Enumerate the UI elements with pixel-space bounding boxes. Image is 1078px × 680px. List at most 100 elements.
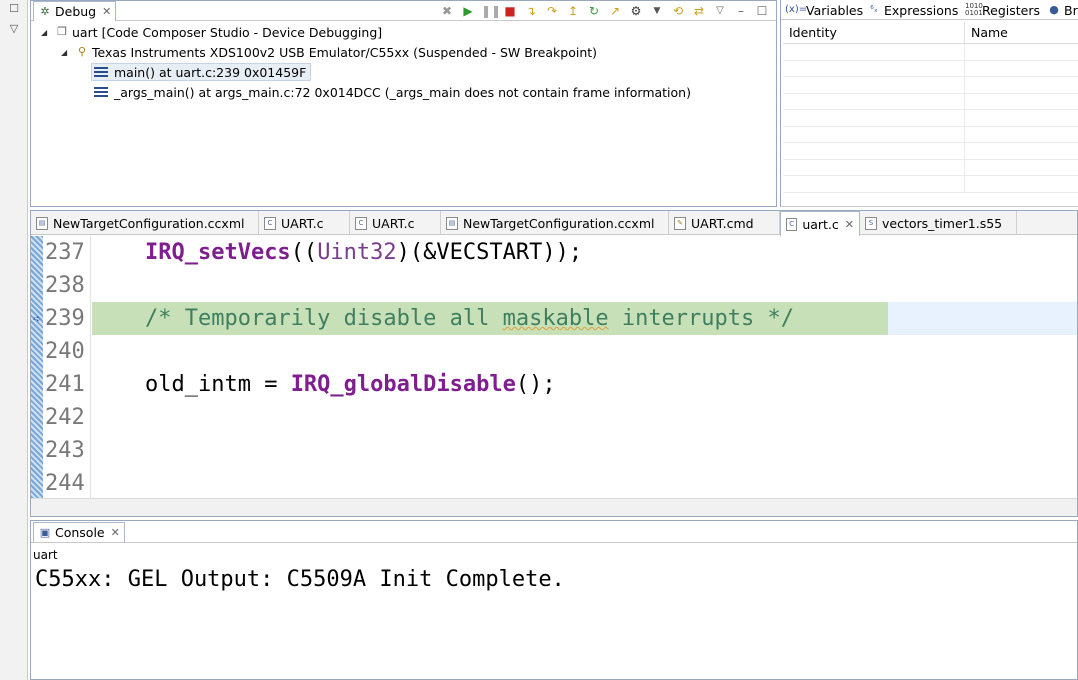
code-line-239: /* Temporarily disable all maskable inte…: [92, 302, 794, 335]
table-row: [783, 77, 1078, 94]
asm-file-icon: S: [865, 216, 877, 230]
tree-item-label: main() at uart.c:239 0x01459F: [114, 64, 307, 80]
thread-icon: ⚲: [77, 45, 87, 58]
suspend-icon[interactable]: ❚❚: [481, 3, 501, 19]
code-line-241: old_intm = IRQ_globalDisable();: [92, 368, 556, 401]
table-row: [783, 93, 1078, 110]
minimize-icon[interactable]: –: [733, 3, 749, 19]
view-menu-icon[interactable]: ▽: [6, 22, 22, 36]
expand-arrow-icon[interactable]: ◢: [61, 48, 71, 57]
line-number: 237: [45, 240, 85, 265]
xml-file-icon: ▤: [446, 216, 458, 230]
code-token: ();: [515, 372, 556, 397]
variables-view-tabs: (x)= Variables ⁶ₓ Expressions 1010 0101 R…: [781, 0, 1078, 20]
column-identity[interactable]: Identity: [783, 22, 965, 43]
debug-bug-icon: ✲: [40, 4, 50, 18]
tab-label: NewTargetConfiguration.ccxml: [53, 215, 245, 231]
stack-frame-icon: [94, 87, 108, 97]
code-token: )(&VECSTART));: [396, 240, 583, 265]
cmd-file-icon: ✎: [674, 216, 686, 230]
table-row: [783, 110, 1078, 127]
tab-console-label: Console: [55, 525, 105, 540]
tab-label: NewTargetConfiguration.ccxml: [463, 215, 655, 231]
reset-icon[interactable]: ⟲: [670, 3, 686, 19]
close-icon[interactable]: ✕: [111, 526, 120, 539]
tab-console[interactable]: ▣ Console ✕: [33, 522, 125, 542]
c-file-icon: C: [355, 216, 367, 230]
tab-uart-c-1[interactable]: C UART.c: [259, 211, 350, 235]
variables-view: (x)= Variables ⁶ₓ Expressions 1010 0101 R…: [780, 0, 1078, 207]
run-to-line-icon[interactable]: ↗: [607, 3, 623, 19]
tab-breakpoints[interactable]: ● Br: [1043, 0, 1078, 20]
console-view: ▣ Console ✕ uart C55xx: GEL Output: C550…: [30, 520, 1078, 680]
registers-icon: 1010 0101: [965, 2, 983, 17]
code-lines: IRQ_setVecs((Uint32)(&VECSTART)); /* Tem…: [92, 236, 1077, 498]
column-name[interactable]: Name: [965, 22, 1014, 43]
tab-variables[interactable]: (x)= Variables: [781, 0, 867, 20]
table-row: [783, 143, 1078, 160]
tab-registers[interactable]: 1010 0101 Registers: [961, 0, 1044, 20]
tree-item-label: _args_main() at args_main.c:72 0x014DCC …: [114, 84, 691, 100]
terminate-icon[interactable]: ■: [502, 3, 518, 19]
step-over-icon[interactable]: ↷: [544, 3, 560, 19]
editor-tabs: ▤ NewTargetConfiguration.ccxml C UART.c …: [31, 211, 1077, 236]
instruction-pointer-icon: ➪: [33, 314, 42, 325]
expand-arrow-icon[interactable]: ◢: [41, 28, 51, 37]
xml-file-icon: ▤: [36, 216, 48, 230]
tree-item-stack-frame-args-main[interactable]: _args_main() at args_main.c:72 0x014DCC …: [94, 83, 691, 101]
console-output[interactable]: C55xx: GEL Output: C5509A Init Complete.: [35, 567, 565, 592]
stack-frame-icon: [94, 67, 108, 77]
variables-table: Identity Name: [783, 22, 1078, 193]
tab-newtargetconfiguration-1[interactable]: ▤ NewTargetConfiguration.ccxml: [31, 211, 259, 235]
c-file-icon: C: [786, 217, 798, 231]
close-icon[interactable]: ✕: [845, 218, 854, 231]
tree-item-stack-frame-main[interactable]: main() at uart.c:239 0x01459F: [91, 63, 312, 81]
tree-item-emulator[interactable]: ◢ ⚲ Texas Instruments XDS100v2 USB Emula…: [61, 43, 597, 61]
tree-item-session[interactable]: ◢ ❒ uart [Code Composer Studio - Device …: [41, 23, 382, 41]
table-row: [783, 60, 1078, 77]
line-number: 242: [45, 405, 85, 430]
horizontal-scrollbar[interactable]: [31, 498, 1077, 516]
tab-expressions[interactable]: ⁶ₓ Expressions: [863, 0, 962, 20]
assembly-step-icon[interactable]: ↻: [586, 3, 602, 19]
restart-icon[interactable]: ⇄: [691, 3, 707, 19]
overview-ruler: [31, 236, 43, 498]
remove-terminated-icon[interactable]: ✖: [439, 3, 455, 19]
debug-toolbar: ✖ ▶ ❚❚ ■ ↴ ↷ ↥ ↻ ↗ ⚙ ▼ ⟲ ⇄ ▽ – ☐: [439, 2, 770, 20]
tab-uart-c-active[interactable]: C uart.c ✕: [780, 211, 860, 236]
step-return-icon[interactable]: ↥: [565, 3, 581, 19]
tab-label: UART.c: [372, 215, 415, 231]
tab-variables-label: Variables: [806, 2, 864, 18]
line-number-gutter: 237 238 239 240 241 242 243 244: [43, 236, 91, 498]
code-token: Uint32: [317, 240, 397, 265]
table-row: [783, 44, 1078, 61]
debug-view: ✲ Debug ✕ ✖ ▶ ❚❚ ■ ↴ ↷ ↥ ↻ ↗ ⚙ ▼ ⟲ ⇄ ▽ –…: [30, 0, 777, 207]
spell-error-token: maskable: [502, 306, 609, 331]
code-editor: ▤ NewTargetConfiguration.ccxml C UART.c …: [30, 210, 1078, 517]
code-area[interactable]: 237 238 239 240 241 242 243 244 ➪ IRQ_se…: [31, 236, 1077, 498]
variables-table-header: Identity Name: [783, 22, 1078, 44]
tab-vectors-timer1[interactable]: S vectors_timer1.s55: [860, 211, 1017, 235]
view-menu-icon[interactable]: ▽: [712, 3, 728, 19]
code-token: IRQ_globalDisable: [290, 372, 516, 397]
connect-target-icon[interactable]: ⚙: [628, 3, 644, 19]
tab-label: UART.cmd: [691, 215, 754, 231]
tree-item-label: uart [Code Composer Studio - Device Debu…: [72, 24, 383, 40]
step-into-icon[interactable]: ↴: [523, 3, 539, 19]
tab-debug-label: Debug: [55, 4, 97, 19]
dropdown-chevron-icon[interactable]: ▼: [649, 3, 665, 19]
code-token: old_intm =: [144, 372, 291, 397]
resume-icon[interactable]: ▶: [460, 3, 476, 19]
close-icon[interactable]: ✕: [102, 5, 111, 18]
c-file-icon: C: [264, 216, 276, 230]
tab-newtargetconfiguration-2[interactable]: ▤ NewTargetConfiguration.ccxml: [441, 211, 669, 235]
restore-icon[interactable]: ☐: [6, 2, 22, 16]
table-row: [783, 159, 1078, 176]
tab-uart-c-2[interactable]: C UART.c: [350, 211, 441, 235]
console-icon: ▣: [39, 525, 51, 539]
tab-uart-cmd[interactable]: ✎ UART.cmd: [669, 211, 780, 235]
tab-debug[interactable]: ✲ Debug ✕: [33, 1, 117, 21]
maximize-icon[interactable]: ☐: [754, 3, 770, 19]
table-row: [783, 176, 1078, 193]
tab-label: uart.c: [802, 216, 839, 232]
